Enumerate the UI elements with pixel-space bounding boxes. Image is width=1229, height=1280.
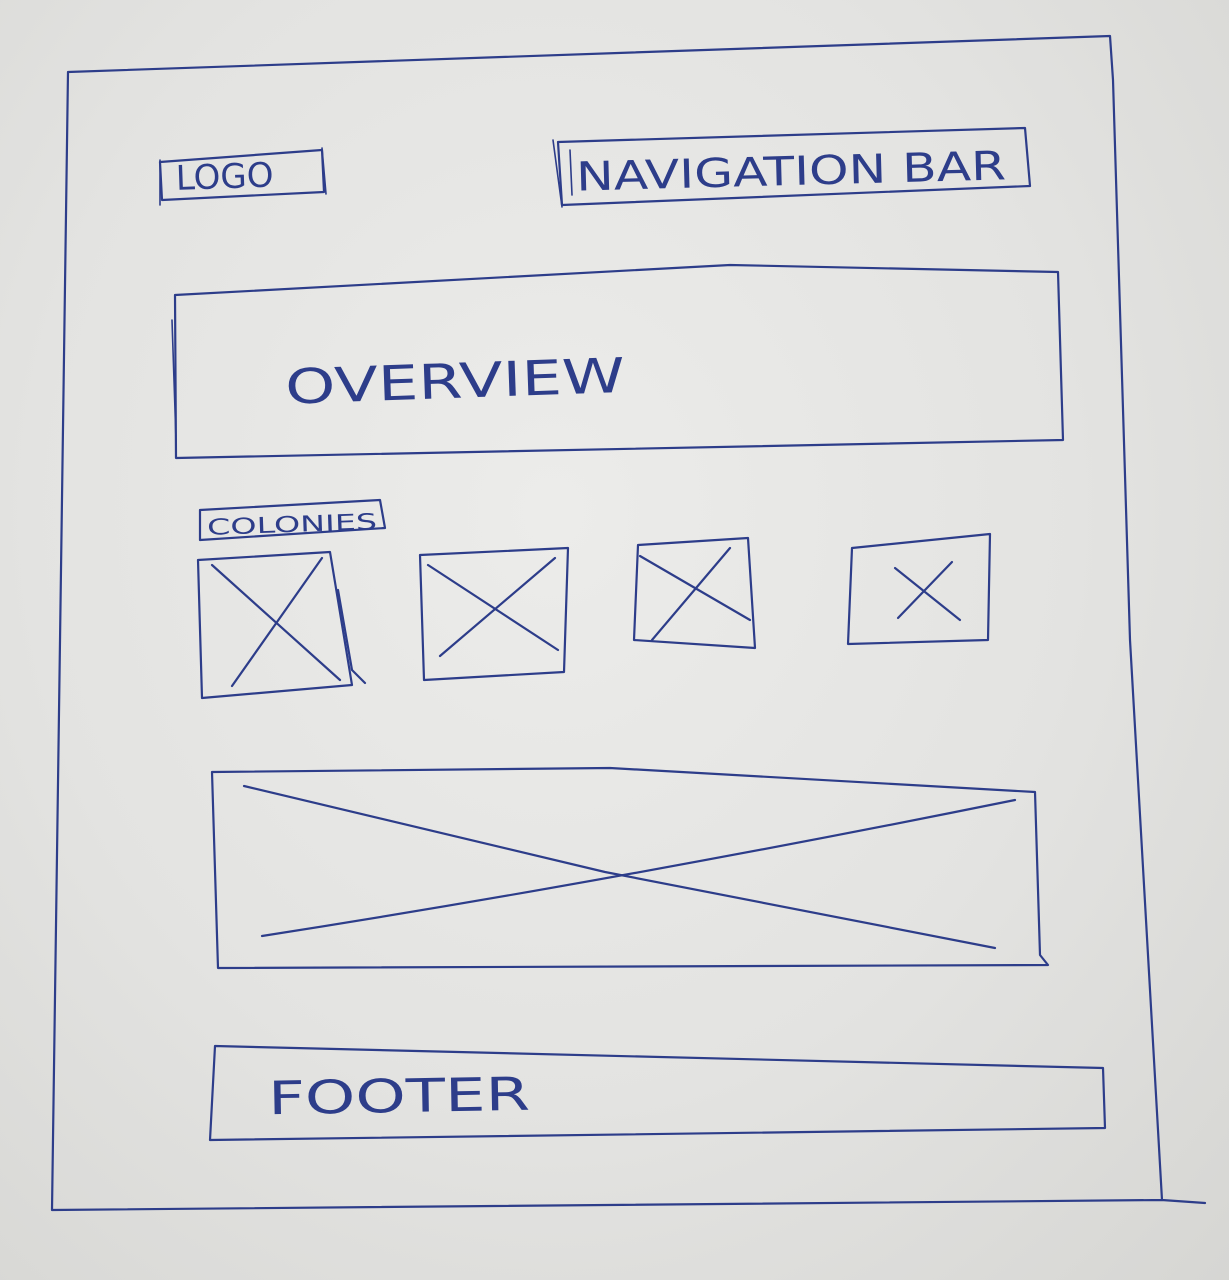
colony-image-2[interactable] — [418, 546, 570, 682]
overview-section: OVERVIEW — [171, 263, 1065, 460]
navigation-bar-placeholder: NAVIGATION BAR — [552, 126, 1032, 208]
overview-label: OVERVIEW — [284, 348, 626, 416]
colonies-heading: COLONIES — [198, 498, 387, 542]
banner-image-placeholder — [210, 766, 1050, 970]
colony-image-1[interactable] — [196, 550, 367, 700]
page-frame — [50, 34, 1207, 1212]
colony-image-4[interactable] — [846, 532, 992, 646]
logo-placeholder: LOGO — [158, 147, 327, 206]
footer-label: FOOTER — [268, 1067, 531, 1126]
colony-image-3[interactable] — [632, 536, 757, 650]
navigation-bar-label: NAVIGATION BAR — [576, 143, 1007, 200]
wireframe-sketch: LOGO NAVIGATION BAR OVERVIEW COLONIES FO… — [50, 34, 1207, 1212]
footer: FOOTER — [208, 1044, 1107, 1142]
logo-label: LOGO — [175, 155, 274, 198]
colonies-label: COLONIES — [207, 510, 378, 541]
